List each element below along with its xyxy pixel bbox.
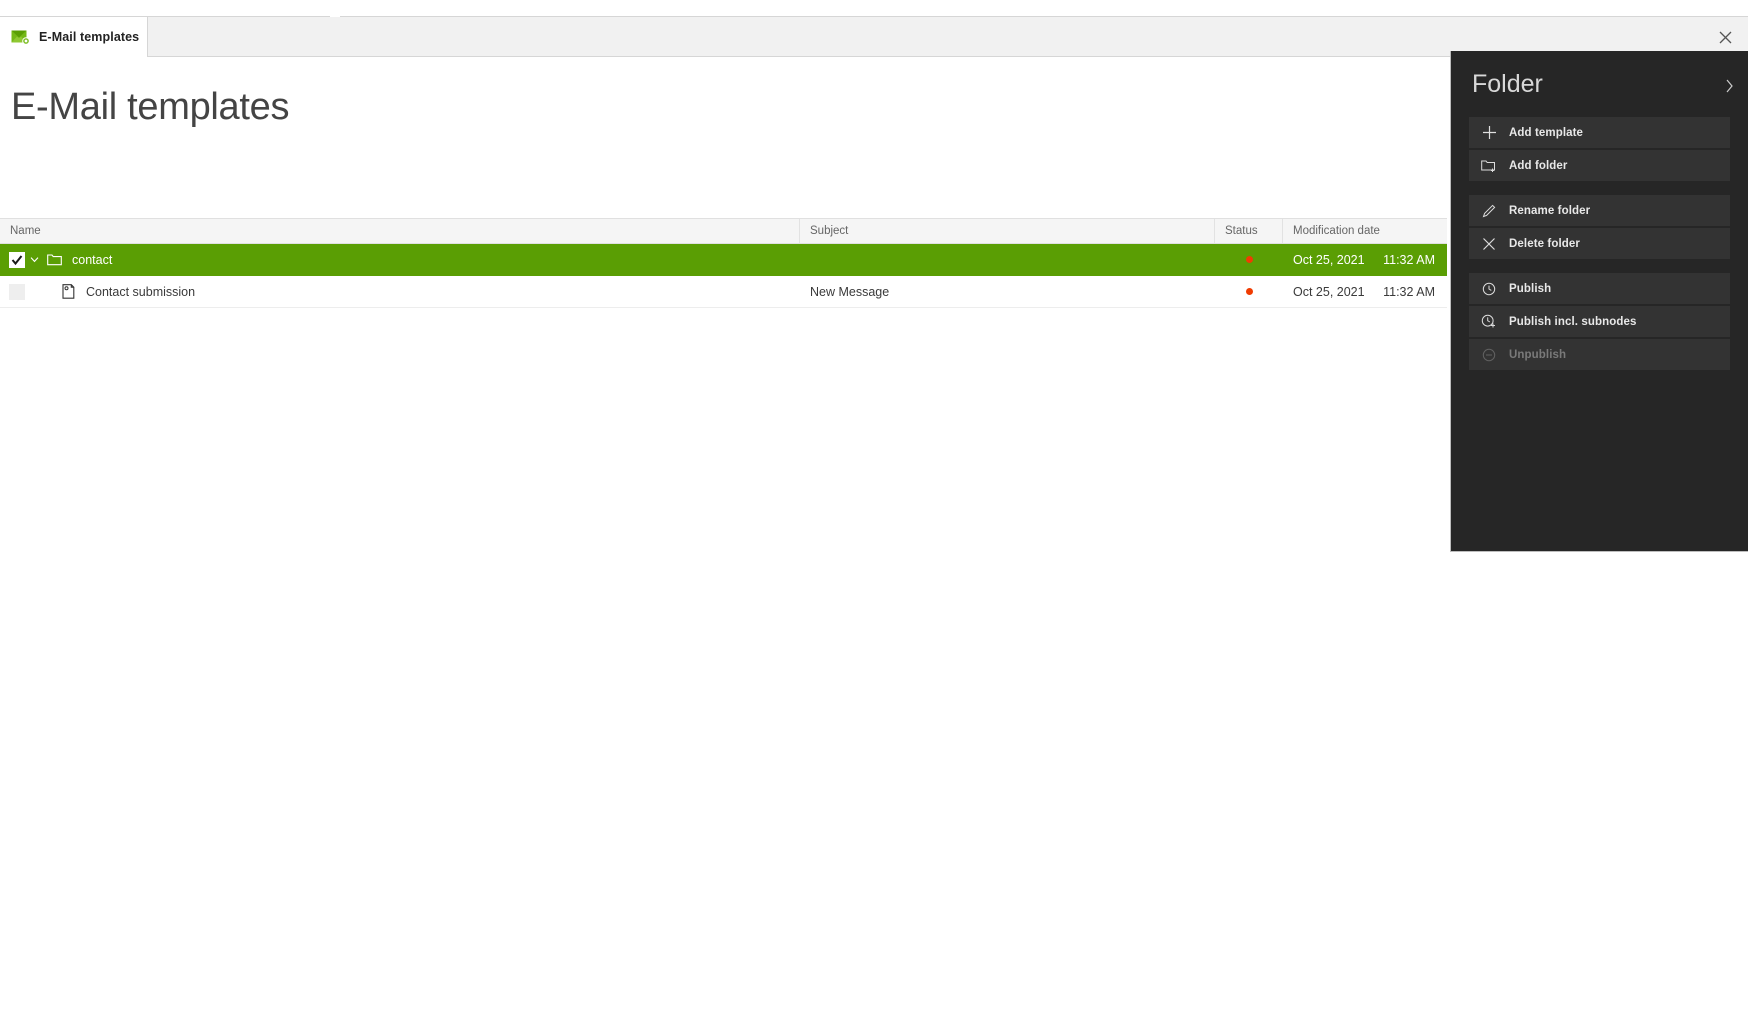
row-time: 11:32 AM: [1383, 253, 1435, 267]
row-checkbox[interactable]: [9, 284, 25, 300]
row-name-cell: contact: [0, 244, 800, 275]
row-date: Oct 25, 2021: [1293, 253, 1365, 267]
document-icon: [57, 284, 79, 299]
publish-incl-subnodes-button[interactable]: Publish incl. subnodes: [1469, 306, 1730, 337]
row-date: Oct 25, 2021: [1293, 285, 1365, 299]
unpublish-icon: [1469, 348, 1509, 362]
panel-header: Folder: [1451, 51, 1748, 117]
close-x-icon: [1469, 237, 1509, 251]
folder-icon: [43, 253, 65, 266]
menu-item-label: Rename folder: [1509, 205, 1590, 217]
row-status-cell: [1215, 244, 1283, 275]
delete-folder-button[interactable]: Delete folder: [1469, 228, 1730, 259]
column-header-date[interactable]: Modification date: [1283, 219, 1447, 243]
row-name-cell: Contact submission: [0, 276, 800, 307]
menu-item-label: Publish: [1509, 283, 1551, 295]
plus-icon: [1469, 125, 1509, 140]
panel-group-publish: Publish Publish incl. subnodes: [1469, 273, 1730, 370]
add-template-button[interactable]: Add template: [1469, 117, 1730, 148]
publish-icon: [1469, 282, 1509, 296]
templates-table: Name Subject Status Modification date: [0, 218, 1447, 308]
column-header-subject[interactable]: Subject: [800, 219, 1215, 243]
row-checkbox[interactable]: [9, 252, 25, 268]
panel-group-create: Add template Add folder: [1469, 117, 1730, 181]
unpublish-button: Unpublish: [1469, 339, 1730, 370]
tab-email-templates[interactable]: E-Mail templates: [0, 17, 148, 57]
panel-group-edit: Rename folder Delete folder: [1469, 195, 1730, 259]
menu-item-label: Add folder: [1509, 160, 1568, 172]
menu-item-label: Publish incl. subnodes: [1509, 316, 1636, 328]
menu-item-label: Add template: [1509, 127, 1583, 139]
mail-template-icon: [11, 30, 30, 45]
row-name-label: contact: [65, 253, 112, 267]
window-top-strip: [0, 0, 1748, 17]
row-subject-cell: New Message: [800, 276, 1215, 307]
tab-label: E-Mail templates: [39, 30, 139, 44]
context-panel: Folder Add template: [1450, 51, 1748, 552]
menu-item-label: Unpublish: [1509, 349, 1566, 361]
table-row[interactable]: contact Oct 25, 2021 11:32 AM: [0, 244, 1447, 276]
pencil-icon: [1469, 203, 1509, 218]
row-status-cell: [1215, 276, 1283, 307]
rename-folder-button[interactable]: Rename folder: [1469, 195, 1730, 226]
row-time: 11:32 AM: [1383, 285, 1435, 299]
row-subject-cell: [800, 244, 1215, 275]
publish-subnodes-icon: [1469, 314, 1509, 329]
panel-menu: Add template Add folder: [1451, 117, 1748, 370]
menu-item-label: Delete folder: [1509, 238, 1580, 250]
column-header-status[interactable]: Status: [1215, 219, 1283, 243]
column-header-name[interactable]: Name: [0, 219, 800, 243]
publish-button[interactable]: Publish: [1469, 273, 1730, 304]
table-row[interactable]: Contact submission New Message Oct 25, 2…: [0, 276, 1447, 308]
status-badge: [1246, 256, 1253, 263]
folder-add-icon: [1469, 159, 1509, 173]
row-date-cell: Oct 25, 2021 11:32 AM: [1283, 276, 1447, 307]
status-badge: [1246, 288, 1253, 295]
add-folder-button[interactable]: Add folder: [1469, 150, 1730, 181]
chevron-down-icon[interactable]: [25, 255, 43, 264]
table-header-row: Name Subject Status Modification date: [0, 218, 1447, 244]
panel-title: Folder: [1472, 70, 1543, 99]
row-date-cell: Oct 25, 2021 11:32 AM: [1283, 244, 1447, 275]
row-name-label: Contact submission: [79, 285, 195, 299]
chevron-right-icon[interactable]: [1725, 79, 1734, 98]
application-window: E-Mail templates E-Mail templates: [0, 0, 1748, 1024]
page-title: E-Mail templates: [11, 86, 289, 129]
